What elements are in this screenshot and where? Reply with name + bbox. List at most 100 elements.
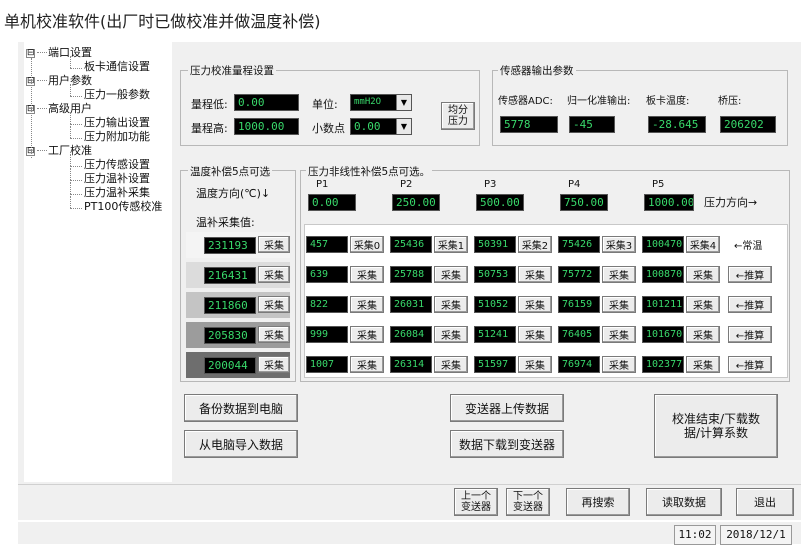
point-value-4[interactable]: 1000.00	[644, 194, 694, 211]
decimal-select[interactable]: 0.00 ▼	[350, 118, 412, 135]
point-label-4: P5	[652, 179, 665, 190]
cell-value: 639	[306, 266, 348, 283]
unit-select[interactable]: mmH2O ▼	[350, 94, 412, 111]
backup-button[interactable]: 备份数据到电脑	[184, 394, 298, 422]
cell-value: 76974	[558, 356, 600, 373]
collapse-icon[interactable]: ⊟	[26, 49, 35, 58]
upload-button[interactable]: 变送器上传数据	[450, 394, 564, 422]
cell-value: 102377	[642, 356, 684, 373]
unit-label: 单位:	[312, 98, 338, 111]
extrapolate-button[interactable]: ←推算	[728, 326, 772, 343]
collect-button[interactable]: 采集	[602, 266, 636, 283]
collect-button[interactable]: 采集1	[434, 236, 468, 253]
extrapolate-button[interactable]: ←推算	[728, 266, 772, 283]
temp-group-title: 温度补偿5点可选	[188, 164, 273, 179]
chevron-down-icon[interactable]: ▼	[396, 119, 411, 134]
collect-button[interactable]: 采集	[602, 356, 636, 373]
temp-collect-button-1[interactable]: 采集	[258, 266, 290, 283]
collect-button[interactable]: 采集	[686, 356, 720, 373]
collect-button[interactable]: 采集	[350, 266, 384, 283]
collect-button[interactable]: 采集	[434, 296, 468, 313]
collect-button[interactable]: 采集	[686, 266, 720, 283]
tree-connector	[70, 138, 82, 139]
main-panel: 压力校准量程设置 量程低: 0.00 量程高: 1000.00 单位: mmH2…	[178, 58, 793, 463]
collect-button[interactable]: 采集	[350, 356, 384, 373]
collect-button[interactable]: 采集	[350, 296, 384, 313]
temp-collect-button-4[interactable]: 采集	[258, 356, 290, 373]
range-high-field[interactable]: 1000.00	[234, 118, 299, 135]
point-value-0[interactable]: 0.00	[308, 194, 356, 211]
range-high-label: 量程高:	[191, 122, 228, 135]
tree-item-5[interactable]: 压力输出设置	[84, 116, 150, 130]
chevron-down-icon[interactable]: ▼	[396, 95, 411, 110]
nav-tree: ⊟ 端口设置 板卡通信设置 ⊟ 用户参数 压力一般参数 ⊟ 高级用户 压力输出设置 压力附加功能 ⊟…	[24, 42, 172, 482]
tree-item-8[interactable]: 压力传感设置	[84, 158, 150, 172]
sensor-label-3: 桥压:	[718, 96, 742, 107]
research-button[interactable]: 再搜索	[566, 488, 630, 516]
collect-button[interactable]: 采集0	[350, 236, 384, 253]
cell-value: 822	[306, 296, 348, 313]
tree-item-10[interactable]: 压力温补采集	[84, 186, 150, 200]
tree-group-0[interactable]: ⊟ 端口设置	[26, 46, 92, 60]
range-low-field[interactable]: 0.00	[234, 94, 299, 111]
finish-calibration-button[interactable]: 校准结束/下载数 据/计算系数	[654, 394, 778, 458]
temp-value-4: 200044	[204, 357, 256, 374]
read-data-button[interactable]: 读取数据	[646, 488, 722, 516]
collect-button[interactable]: 采集3	[602, 236, 636, 253]
collect-button[interactable]: 采集4	[686, 236, 720, 253]
status-time: 11:02	[674, 525, 716, 545]
collect-button[interactable]: 采集	[686, 296, 720, 313]
tree-item-11[interactable]: PT100传感校准	[84, 200, 162, 214]
tree-group-2[interactable]: ⊟ 用户参数	[26, 74, 92, 88]
import-button[interactable]: 从电脑导入数据	[184, 430, 298, 458]
temp-collect-button-2[interactable]: 采集	[258, 296, 290, 313]
cell-value: 51597	[474, 356, 516, 373]
sensor-value-3: 206202	[720, 116, 776, 133]
tree-group-4[interactable]: ⊟ 高级用户	[26, 102, 92, 116]
split-pressure-button[interactable]: 均分 压力	[441, 102, 475, 130]
collect-button[interactable]: 采集	[518, 326, 552, 343]
extrapolate-button[interactable]: ←推算	[728, 296, 772, 313]
cell-value: 76405	[558, 326, 600, 343]
prev-transmitter-button[interactable]: 上一个 变送器	[454, 488, 498, 516]
collect-button[interactable]: 采集	[434, 326, 468, 343]
tree-item-3[interactable]: 压力一般参数	[84, 88, 150, 102]
collect-button[interactable]: 采集	[434, 266, 468, 283]
collect-button[interactable]: 采集2	[518, 236, 552, 253]
collect-button[interactable]: 采集	[518, 356, 552, 373]
point-label-1: P2	[400, 179, 413, 190]
temp-direction-label: 温度方向(℃)↓	[196, 187, 271, 200]
collect-button[interactable]: 采集	[686, 326, 720, 343]
next-transmitter-button[interactable]: 下一个 变送器	[506, 488, 550, 516]
tree-connector	[70, 84, 71, 96]
tree-item-1[interactable]: 板卡通信设置	[84, 60, 150, 74]
cell-value: 75772	[558, 266, 600, 283]
tree-item-9[interactable]: 压力温补设置	[84, 172, 150, 186]
download-button[interactable]: 数据下载到变送器	[450, 430, 564, 458]
collect-button[interactable]: 采集	[350, 326, 384, 343]
tree-connector	[70, 68, 82, 69]
point-value-1[interactable]: 250.00	[392, 194, 440, 211]
exit-button[interactable]: 退出	[736, 488, 794, 516]
collect-button[interactable]: 采集	[602, 326, 636, 343]
tree-item-6[interactable]: 压力附加功能	[84, 130, 150, 144]
tree-connector	[37, 52, 47, 53]
tree-connector	[70, 56, 71, 68]
sensor-label-0: 传感器ADC:	[498, 96, 553, 107]
decimal-value: 0.00	[354, 120, 381, 133]
tree-connector	[37, 150, 47, 151]
tree-connector	[70, 168, 71, 180]
temp-collect-button-3[interactable]: 采集	[258, 326, 290, 343]
collect-button[interactable]: 采集	[518, 296, 552, 313]
tree-connector	[70, 196, 71, 208]
temp-collect-label: 温补采集值:	[196, 216, 255, 229]
point-value-3[interactable]: 750.00	[560, 194, 608, 211]
extrapolate-button[interactable]: ←推算	[728, 356, 772, 373]
range-group-title: 压力校准量程设置	[188, 63, 276, 78]
collect-button[interactable]: 采集	[434, 356, 468, 373]
temp-collect-button-0[interactable]: 采集	[258, 236, 290, 253]
point-value-2[interactable]: 500.00	[476, 194, 524, 211]
collect-button[interactable]: 采集	[518, 266, 552, 283]
tree-group-7[interactable]: ⊟ 工厂校准	[26, 144, 92, 158]
collect-button[interactable]: 采集	[602, 296, 636, 313]
